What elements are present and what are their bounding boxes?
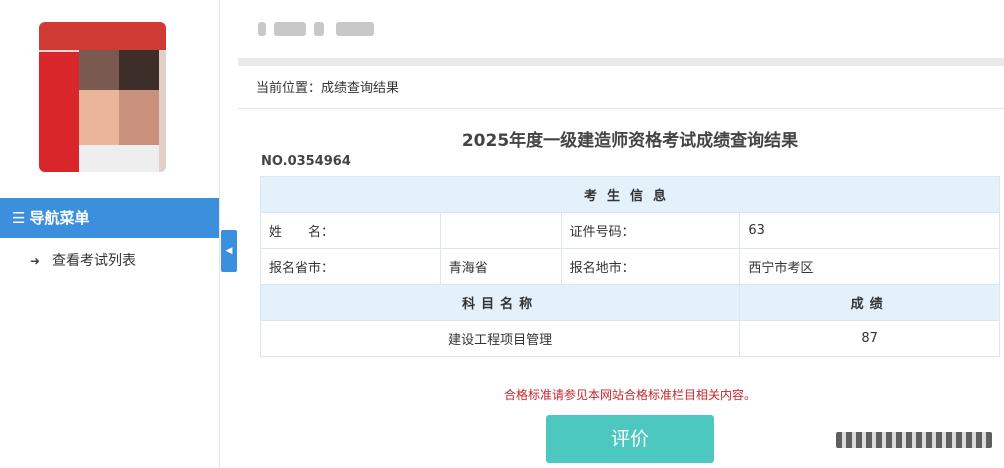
province-value: 青海省 — [439, 248, 562, 285]
table-row: 建设工程项目管理 87 — [259, 320, 1000, 357]
hamburger-icon: ☰ — [12, 209, 26, 227]
page-title: 2025年度一级建造师资格考试成绩查询结果 — [461, 131, 799, 151]
watermark — [836, 432, 992, 448]
score-header: 成绩 — [739, 284, 1000, 321]
subject-cell: 建设工程项目管理 — [259, 320, 741, 357]
id-value: 63 — [739, 212, 1000, 249]
caret-left-icon: ◀ — [225, 246, 233, 256]
sign-in-arrow-icon: ➜ — [30, 254, 41, 268]
pass-standard-note: 合格标准请参见本网站合格标准栏目相关内容。 — [503, 388, 756, 402]
city-label: 报名地市： — [560, 248, 741, 285]
name-value — [439, 212, 562, 249]
serial-number: NO.0354964 — [261, 154, 351, 169]
nav-menu-header[interactable]: ☰ 导航菜单 — [0, 198, 219, 238]
breadcrumb: 当前位置：成绩查询结果 — [256, 81, 400, 96]
candidate-info-header: 考生信息 — [260, 176, 1000, 213]
table-row: 科目名称 成绩 — [259, 284, 1000, 321]
subject-header: 科目名称 — [259, 284, 741, 321]
sidebar: ☰ 导航菜单 ➜ 查看考试列表 — [0, 0, 220, 468]
nav-menu-label: 导航菜单 — [29, 209, 90, 227]
table-row: 姓 名： 证件号码： 63 — [260, 212, 1000, 249]
divider — [238, 58, 1004, 66]
score-table: 考生信息 姓 名： 证件号码： 63 报名省市： 青海省 报名地市： 西宁市考区… — [259, 176, 1000, 357]
avatar — [39, 22, 166, 172]
blurred-text — [314, 22, 324, 36]
name-label: 姓 名： — [260, 212, 441, 249]
divider — [238, 108, 1004, 109]
score-cell: 87 — [739, 320, 1000, 357]
table-row: 考生信息 — [260, 176, 1000, 213]
province-label: 报名省市： — [260, 248, 441, 285]
blurred-text — [336, 22, 374, 36]
sidebar-item-exam-list[interactable]: ➜ 查看考试列表 — [30, 249, 136, 273]
sidebar-collapse-button[interactable]: ◀ — [221, 230, 237, 272]
blurred-text — [258, 22, 266, 36]
blurred-text — [274, 22, 306, 36]
city-value: 西宁市考区 — [739, 248, 1000, 285]
id-label: 证件号码： — [560, 212, 741, 249]
table-row: 报名省市： 青海省 报名地市： 西宁市考区 — [260, 248, 1000, 285]
sidebar-item-label: 查看考试列表 — [52, 253, 136, 269]
evaluate-button[interactable]: 评价 — [546, 415, 714, 463]
top-bar — [238, 0, 1004, 50]
